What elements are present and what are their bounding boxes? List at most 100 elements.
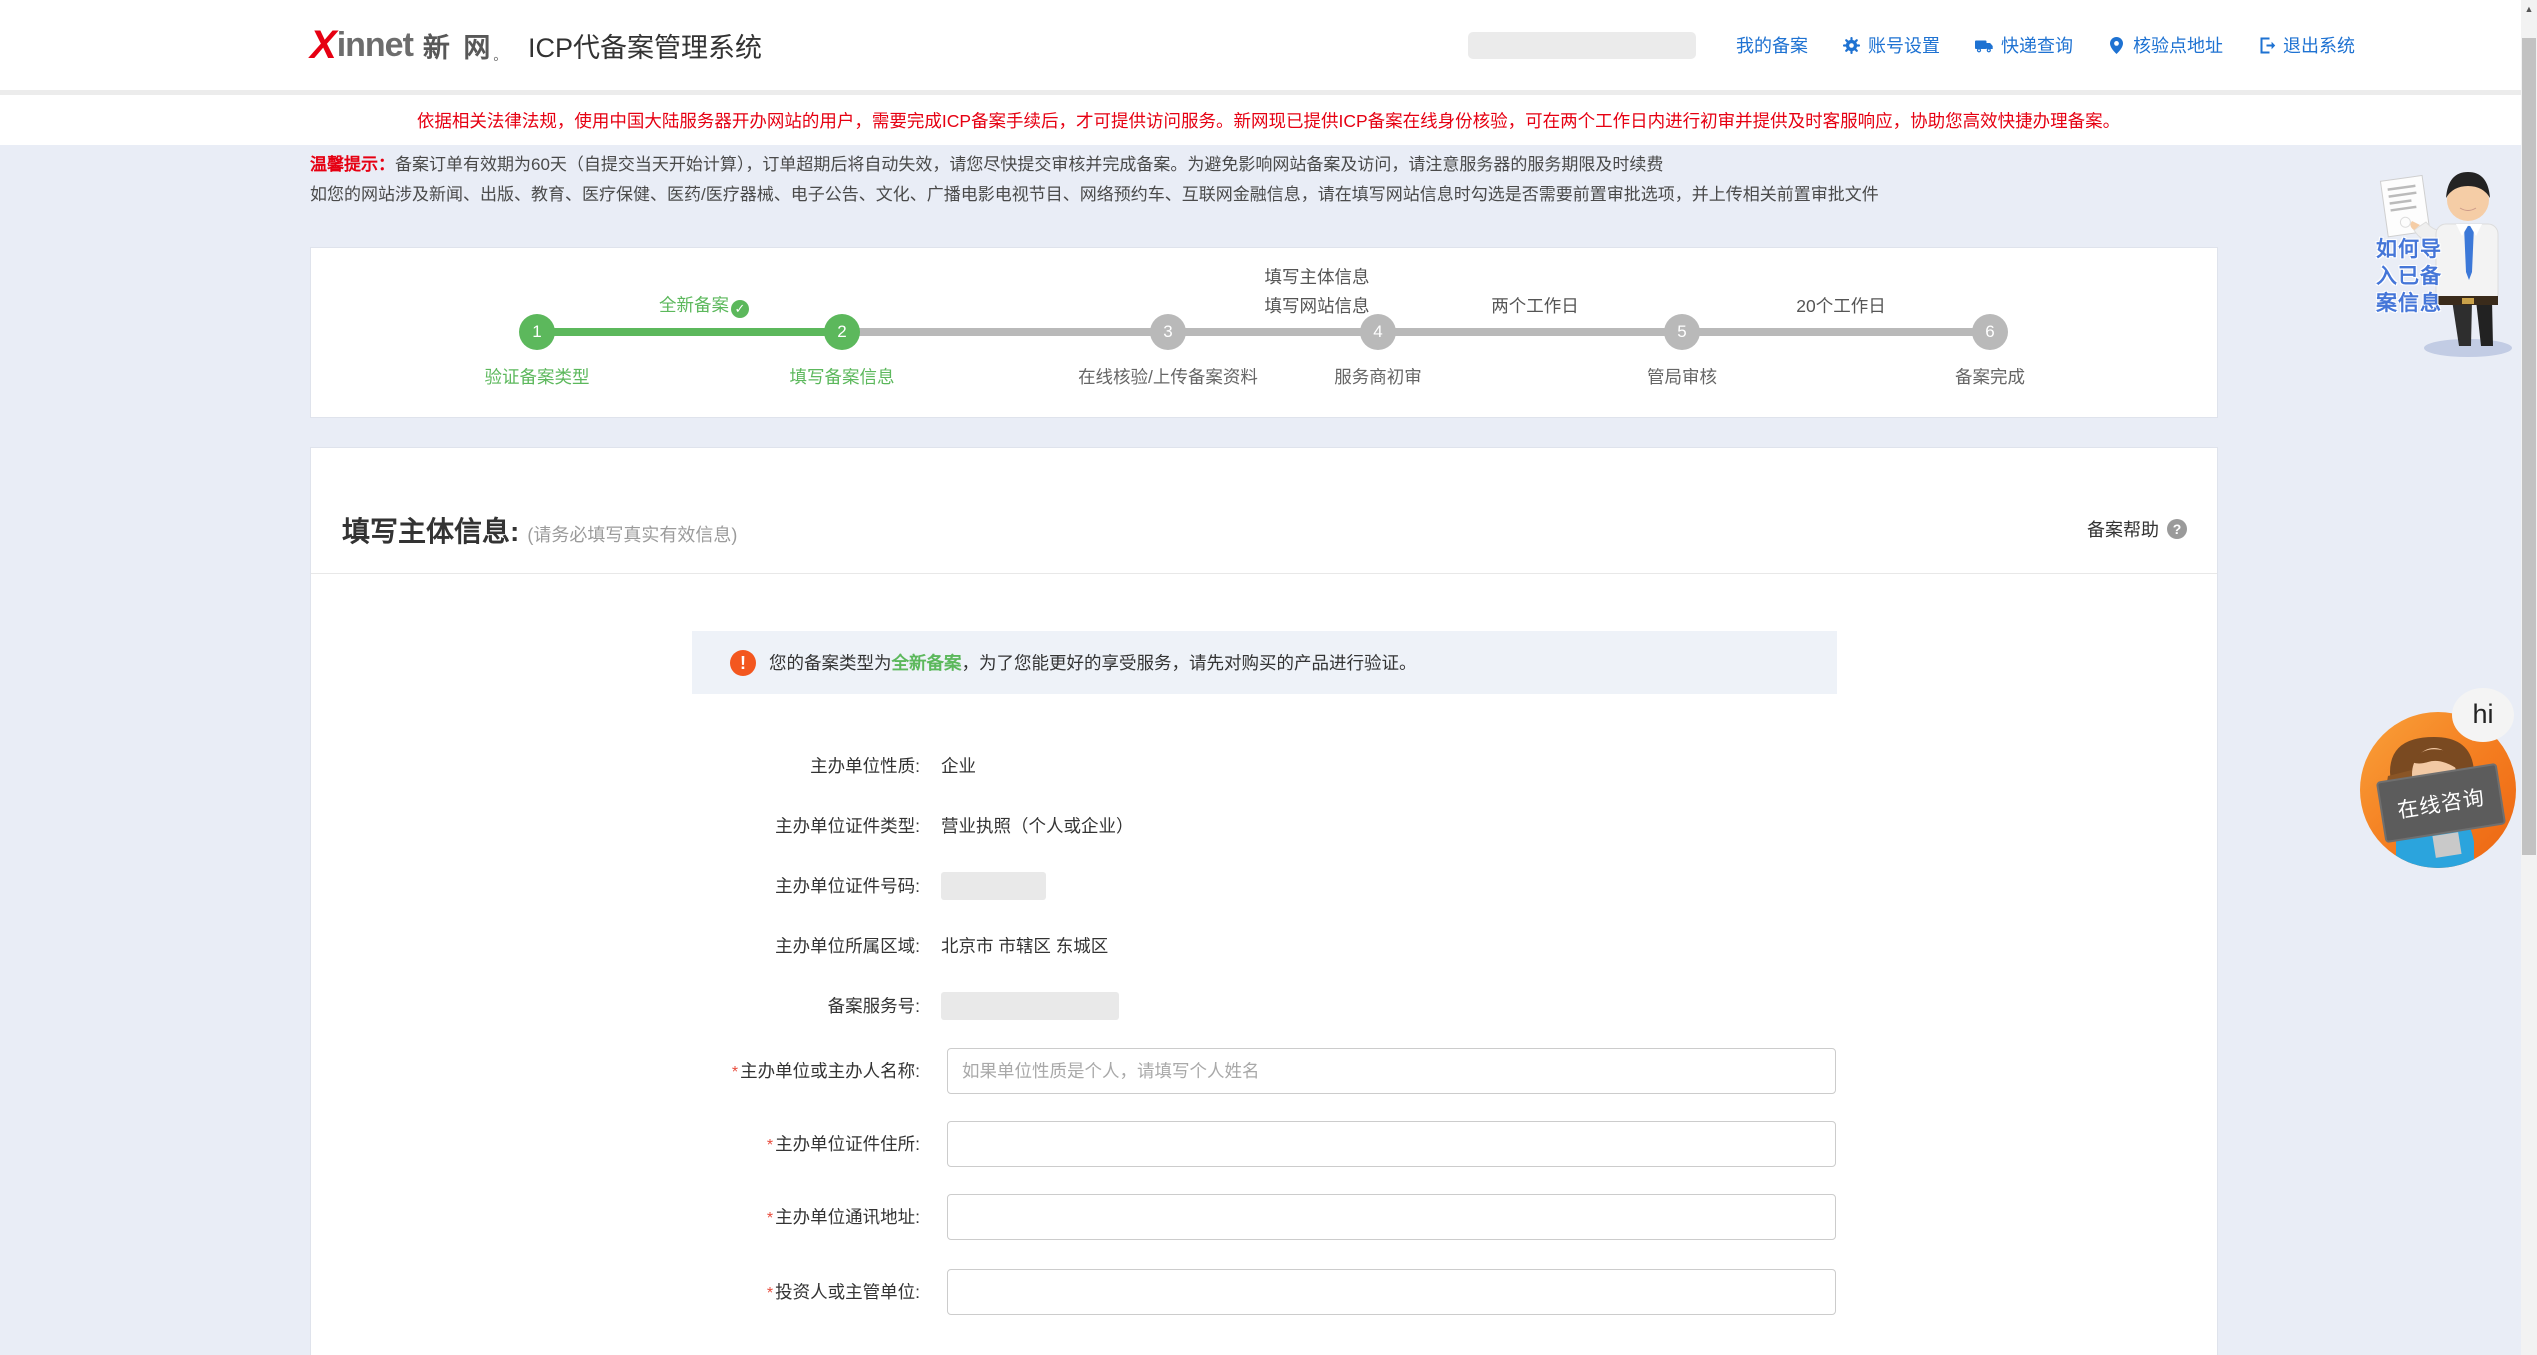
step-4-circle: 4 [1360, 314, 1396, 350]
nav-express-query-label: 快递查询 [2001, 32, 2073, 58]
stepper-track-done [537, 328, 842, 336]
filing-help-link[interactable]: 备案帮助 ? [2087, 516, 2187, 542]
xinnet-logo: Xinnet 新 网。 [310, 22, 506, 68]
import-tip-line1: 如何导 [2376, 236, 2442, 263]
truck-icon [1974, 36, 1994, 55]
icp-filing-page: Xinnet 新 网。 ICP代备案管理系统 我的备案 [0, 0, 2537, 1355]
notice-prefix: 温馨提示： [310, 155, 395, 174]
exclamation-icon: ! [730, 650, 756, 676]
notice-line-2: 如您的网站涉及新闻、出版、教育、医疗保健、医药/医疗器械、电子公告、文化、广播电… [310, 180, 2240, 210]
nav-account-settings[interactable]: 账号设置 [1842, 32, 1940, 58]
alert-text: 您的备案类型为全新备案，为了您能更好的享受服务，请先对购买的产品进行验证。 [769, 650, 1417, 675]
row-investor-label-text: 投资人或主管单位: [775, 1282, 920, 1302]
redacted-cert-number [941, 872, 1046, 900]
row-mail-address-label-text: 主办单位通讯地址: [775, 1207, 920, 1227]
nav-my-filings[interactable]: 我的备案 [1736, 32, 1808, 58]
filing-type-alert: ! 您的备案类型为全新备案，为了您能更好的享受服务，请先对购买的产品进行验证。 [692, 631, 1837, 694]
logo-mark: 。 [493, 45, 506, 64]
consult-label: 在线咨询 [2395, 781, 2487, 824]
nav-logout-label: 退出系统 [2283, 32, 2355, 58]
row-service-number: 备案服务号: [311, 992, 2217, 1020]
row-org-nature-label: 主办单位性质: [311, 752, 920, 780]
anno-fill-subject: 填写主体信息 [1157, 264, 1477, 289]
row-org-name-label-text: 主办单位或主办人名称: [740, 1061, 920, 1081]
row-org-name-label: *主办单位或主办人名称: [311, 1048, 920, 1096]
nav-verification-address[interactable]: 核验点地址 [2107, 32, 2223, 58]
notice-line-1: 温馨提示：备案订单有效期为60天（自提交当天开始计算），订单超期后将自动失效，请… [310, 150, 2240, 180]
row-investor-label: *投资人或主管单位: [311, 1269, 920, 1317]
legal-banner-text: 依据相关法律法规，使用中国大陆服务器开办网站的用户，需要完成ICP备案手续后，才… [417, 108, 2120, 133]
nav-account-settings-label: 账号设置 [1868, 32, 1940, 58]
step-2-circle: 2 [824, 314, 860, 350]
nav-verification-address-label: 核验点地址 [2133, 32, 2223, 58]
import-helper-text: 如何导 入已备 案信息 [2376, 236, 2442, 317]
page-scrollbar[interactable]: ▲ [2521, 0, 2537, 1355]
row-region: 主办单位所属区域: 北京市 市辖区 东城区 [311, 932, 2217, 960]
mail-address-input[interactable] [947, 1194, 1836, 1240]
redacted-service-number [941, 992, 1119, 1020]
location-pin-icon [2107, 36, 2126, 55]
row-service-number-label: 备案服务号: [311, 992, 920, 1020]
filing-help-label: 备案帮助 [2087, 516, 2159, 542]
nav-express-query[interactable]: 快递查询 [1974, 32, 2073, 58]
alert-highlight: 全新备案 [892, 653, 962, 673]
step-3-circle: 3 [1150, 314, 1186, 350]
top-header: Xinnet 新 网。 ICP代备案管理系统 我的备案 [0, 0, 2537, 90]
import-tip-line3: 案信息 [2376, 290, 2442, 317]
check-circle-icon: ✓ [731, 300, 749, 318]
anno-twenty-workdays: 20个工作日 [1681, 293, 2001, 318]
scrollbar-thumb[interactable] [2522, 38, 2536, 855]
row-org-nature: 主办单位性质: 企业 [311, 752, 2217, 780]
step-1-circle: 1 [519, 314, 555, 350]
required-star: * [732, 1064, 738, 1081]
logout-icon [2257, 36, 2276, 55]
row-cert-address: *主办单位证件住所: [311, 1121, 2217, 1167]
page-title: ICP代备案管理系统 [528, 26, 762, 65]
logo-chinese: 新 网 [423, 26, 494, 65]
row-cert-type-value: 营业执照（个人或企业） [941, 812, 1134, 840]
import-filing-helper[interactable]: 如何导 入已备 案信息 [2376, 150, 2526, 365]
row-mail-address: *主办单位通讯地址: [311, 1194, 2217, 1240]
row-cert-number: 主办单位证件号码: [311, 872, 2217, 900]
card-header: 填写主体信息: (请务必填写真实有效信息) [342, 510, 737, 550]
alert-pre: 您的备案类型为 [769, 653, 892, 673]
step-5-circle: 5 [1664, 314, 1700, 350]
step-6-circle: 6 [1972, 314, 2008, 350]
org-name-input[interactable] [947, 1048, 1836, 1094]
cert-address-input[interactable] [947, 1121, 1836, 1167]
import-tip-line2: 入已备 [2376, 263, 2442, 290]
card-title: 填写主体信息: [342, 510, 519, 550]
progress-stepper: 全新备案✓ 填写主体信息 填写网站信息 两个工作日 20个工作日 1 2 3 4… [310, 247, 2218, 418]
step-6-label: 备案完成 [1790, 364, 2190, 389]
row-cert-address-label: *主办单位证件住所: [311, 1121, 920, 1169]
redacted-username [1468, 32, 1696, 59]
stepper-anno-filing-type: 全新备案✓ [544, 292, 864, 318]
row-cert-type: 主办单位证件类型: 营业执照（个人或企业） [311, 812, 2217, 840]
gear-icon [1842, 36, 1861, 55]
row-investor: *投资人或主管单位: [311, 1269, 2217, 1315]
scroll-up-arrow[interactable]: ▲ [2521, 4, 2537, 14]
row-org-nature-value: 企业 [941, 752, 976, 780]
nav-logout[interactable]: 退出系统 [2257, 32, 2355, 58]
legal-banner: 依据相关法律法规，使用中国大陆服务器开办网站的用户，需要完成ICP备案手续后，才… [0, 95, 2537, 145]
top-nav: 我的备案 账号设置 [1468, 0, 2355, 90]
hi-speech-bubble: hi [2452, 688, 2514, 742]
notice-line-1-text: 备案订单有效期为60天（自提交当天开始计算），订单超期后将自动失效，请您尽快提交… [395, 155, 1663, 174]
logo-x: X [310, 25, 337, 65]
monitor-stand [2432, 832, 2461, 858]
required-star: * [767, 1210, 773, 1227]
row-region-value: 北京市 市辖区 东城区 [941, 932, 1108, 960]
card-divider [311, 573, 2217, 574]
row-cert-address-label-text: 主办单位证件住所: [775, 1134, 920, 1154]
online-consult-button[interactable]: 在线咨询 hi [2356, 688, 2536, 883]
required-star: * [767, 1285, 773, 1302]
logo-innet: innet [337, 28, 413, 62]
subject-info-card: 填写主体信息: (请务必填写真实有效信息) 备案帮助 ? ! 您的备案类型为全新… [310, 447, 2218, 1355]
required-star: * [767, 1137, 773, 1154]
card-subtitle: (请务必填写真实有效信息) [527, 521, 737, 547]
row-org-name: *主办单位或主办人名称: [311, 1048, 2217, 1094]
question-circle-icon: ? [2167, 519, 2187, 539]
investor-input[interactable] [947, 1269, 1836, 1315]
row-region-label: 主办单位所属区域: [311, 932, 920, 960]
row-mail-address-label: *主办单位通讯地址: [311, 1194, 920, 1242]
